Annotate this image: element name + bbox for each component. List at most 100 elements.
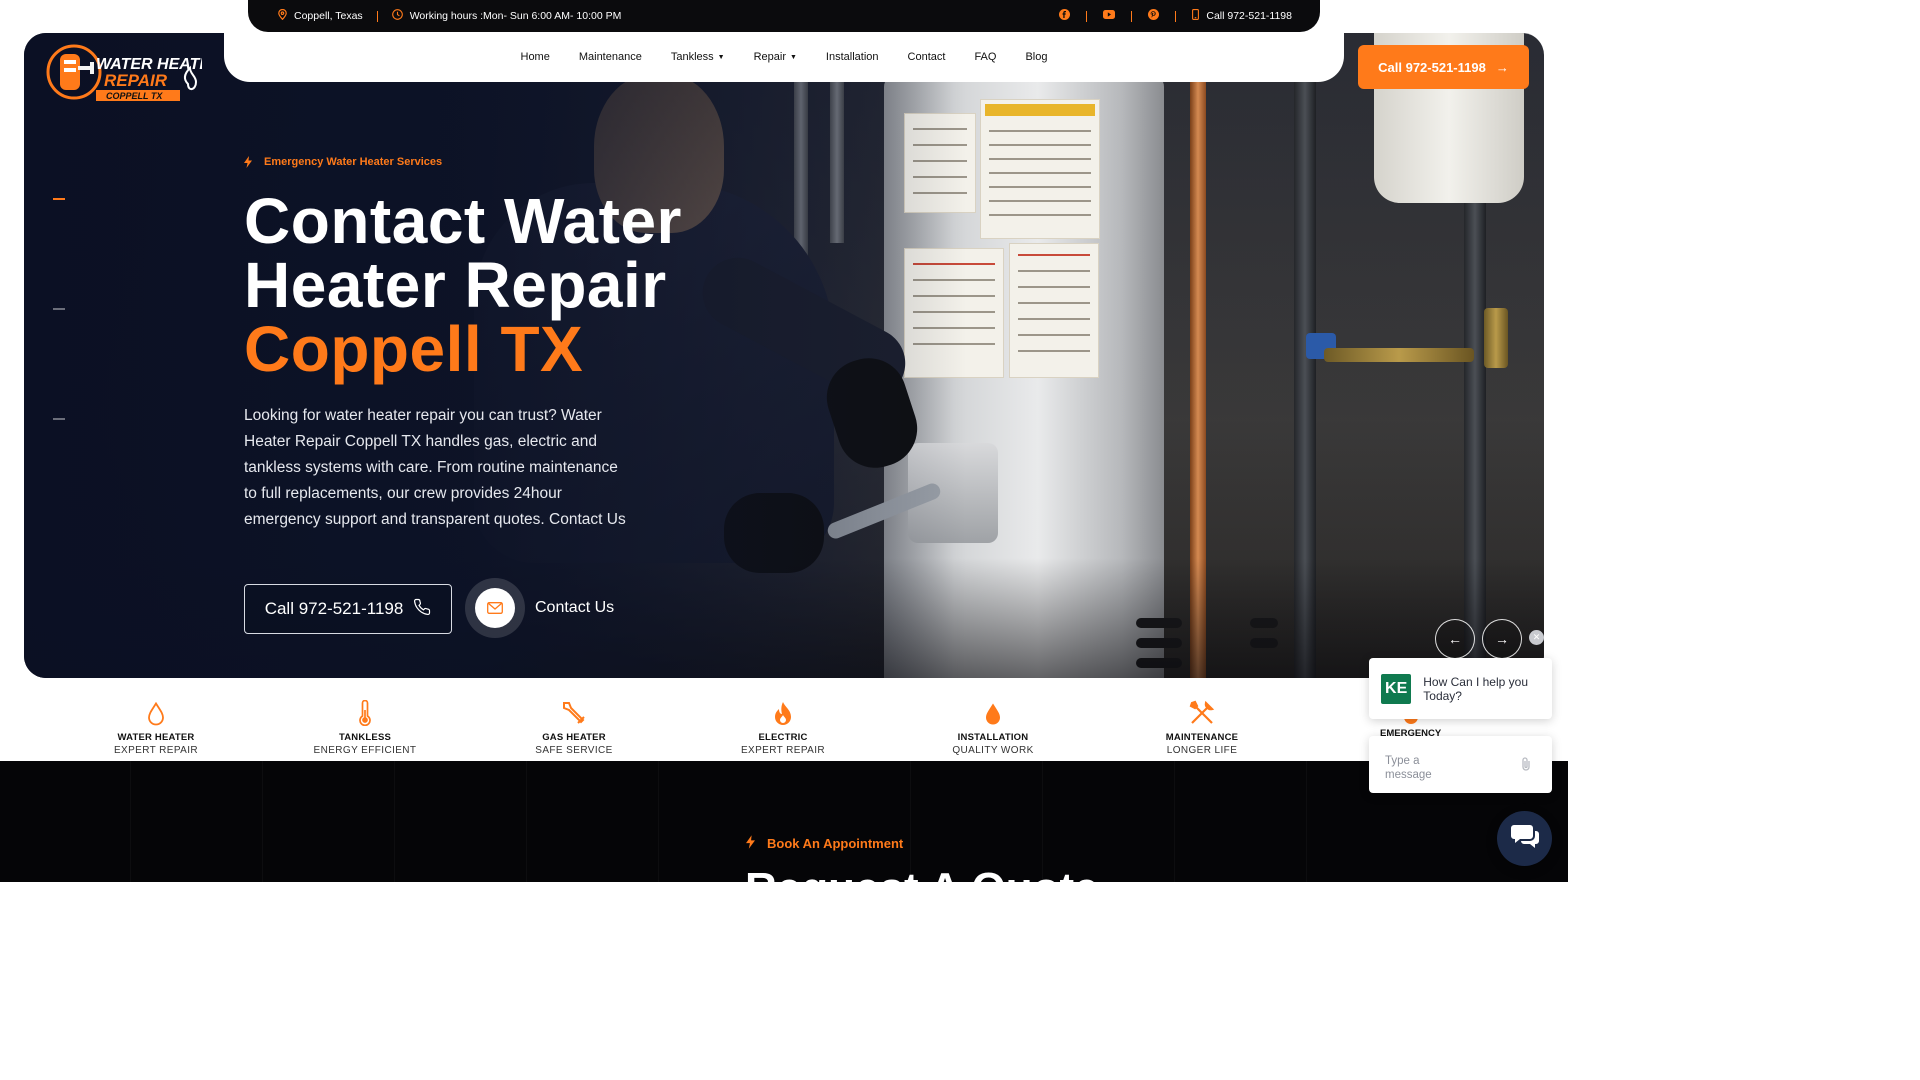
hours-text: Working hours :Mon- Sun 6:00 AM- 10:00 P… <box>409 10 622 22</box>
nav-item-home[interactable]: Home <box>521 51 550 63</box>
nav-label: Installation <box>825 51 879 63</box>
nav-item-faq[interactable]: FAQ <box>974 51 996 63</box>
site-logo[interactable]: WATER HEATER REPAIR COPPELL TX <box>46 40 222 102</box>
caret-down-icon: ▼ <box>789 53 797 61</box>
chat-avatar: KE <box>1381 673 1412 704</box>
hero-contact-label: Contact Us <box>535 599 615 616</box>
nav-label: Contact <box>907 51 946 63</box>
nav-item-blog[interactable]: Blog <box>1025 51 1047 63</box>
nav-item-contact[interactable]: Contact <box>908 51 946 63</box>
chat-greeting-card[interactable]: KE How Can I help you Today? <box>1369 658 1552 719</box>
grid-line <box>130 761 131 882</box>
service-title: MAINTENANCE <box>1165 732 1239 743</box>
booking-eyebrow: Book An Appointment <box>746 835 903 852</box>
chat-open-button[interactable] <box>1497 811 1552 866</box>
envelope-button[interactable] <box>465 578 525 638</box>
divider <box>1175 10 1177 22</box>
bolt-icon <box>244 156 252 168</box>
close-icon: ✕ <box>1532 632 1541 642</box>
divider <box>376 10 378 22</box>
service-item-water-heater[interactable]: WATER HEATER EXPERT REPAIR <box>81 700 231 756</box>
service-subtitle: LONGER LIFE <box>1166 745 1238 756</box>
flame-icon <box>708 700 858 726</box>
grid-line <box>394 761 395 882</box>
chat-close-button[interactable]: ✕ <box>1529 630 1544 645</box>
pinterest-icon[interactable] <box>1148 9 1160 23</box>
service-subtitle: ENERGY EFFICIENT <box>313 745 417 756</box>
hero-eyebrow: Emergency Water Heater Services <box>244 156 442 168</box>
phone-icon <box>413 598 431 621</box>
hero-title-line2: Heater Repair <box>244 249 667 321</box>
service-title: WATER HEATER <box>117 732 195 743</box>
grid-line <box>262 761 263 882</box>
slider-prev-button[interactable]: ← <box>1435 619 1475 659</box>
nav-item-maintenance[interactable]: Maintenance <box>579 51 642 63</box>
nav-item-installation[interactable]: Installation <box>826 51 879 63</box>
top-info-bar: Coppell, Texas Working hours :Mon- Sun 6… <box>248 0 1320 32</box>
chat-greeting-text: How Can I help you Today? <box>1423 674 1528 703</box>
service-item-tankless[interactable]: TANKLESS ENERGY EFFICIENT <box>290 700 440 756</box>
clock-icon <box>391 9 403 23</box>
nav-label: Tankless <box>670 51 714 63</box>
mobile-phone-icon <box>1192 9 1200 23</box>
divider <box>1131 10 1133 22</box>
service-subtitle: EXPERT REPAIR <box>740 745 826 756</box>
thermometer-icon <box>290 700 440 726</box>
chat-bubbles-icon <box>1510 823 1540 854</box>
service-item-installation[interactable]: INSTALLATION QUALITY WORK <box>918 700 1068 756</box>
water-drop-icon <box>81 700 231 726</box>
service-item-electric[interactable]: ELECTRIC EXPERT REPAIR <box>708 700 858 756</box>
service-subtitle: SAFE SERVICE <box>535 745 613 756</box>
hero-contact-link[interactable]: Contact Us <box>465 578 614 638</box>
header-call-label: Call 972-521-1198 <box>1378 59 1486 75</box>
hero-call-button[interactable]: Call 972-521-1198 <box>244 584 452 634</box>
paperclip-icon[interactable] <box>1520 756 1532 774</box>
service-title: ELECTRIC <box>758 732 808 743</box>
slide-indicator-2[interactable] <box>53 308 65 310</box>
chat-input-placeholder: Type a message <box>1385 755 1432 781</box>
booking-heading: Request A Quote <box>745 864 1099 913</box>
svg-text:REPAIR: REPAIR <box>104 71 168 90</box>
facebook-icon[interactable] <box>1059 9 1071 23</box>
nav-item-repair[interactable]: Repair ▼ <box>754 51 797 63</box>
nav-label: Maintenance <box>578 51 642 63</box>
bolt-icon <box>746 835 755 852</box>
topbar-phone-text: Call 972-521-1198 <box>1206 10 1292 22</box>
nav-label: Repair <box>753 51 786 63</box>
divider <box>1086 10 1088 22</box>
topbar-phone[interactable]: Call 972-521-1198 <box>1192 9 1292 23</box>
grid-line <box>1174 761 1175 882</box>
slide-indicator-1[interactable] <box>53 198 65 200</box>
hours-info: Working hours :Mon- Sun 6:00 AM- 10:00 P… <box>391 9 622 23</box>
hero-eyebrow-text: Emergency Water Heater Services <box>264 156 443 168</box>
arrow-left-icon: ← <box>1448 631 1462 647</box>
slider-next-button[interactable]: → <box>1482 619 1522 659</box>
hero-call-label: Call 972-521-1198 <box>264 599 404 618</box>
service-title: INSTALLATION <box>957 732 1029 743</box>
hero-title-accent: Coppell TX <box>244 313 584 385</box>
header-call-button[interactable]: Call 972-521-1198 → <box>1358 45 1529 89</box>
svg-text:COPPELL TX: COPPELL TX <box>106 91 163 101</box>
service-item-maintenance[interactable]: MAINTENANCE LONGER LIFE <box>1127 700 1277 756</box>
slide-indicator-3[interactable] <box>53 418 65 420</box>
nav-item-tankless[interactable]: Tankless ▼ <box>671 51 725 63</box>
youtube-icon[interactable] <box>1103 10 1116 22</box>
hero-title-line1: Contact Water <box>244 185 682 257</box>
nav-label: Blog <box>1025 51 1048 63</box>
caret-down-icon: ▼ <box>717 53 725 61</box>
wrench-icon <box>499 700 649 726</box>
service-item-gas-heater[interactable]: GAS HEATER SAFE SERVICE <box>499 700 649 756</box>
grid-line <box>526 761 527 882</box>
topbar-right: Call 972-521-1198 <box>1059 9 1292 23</box>
hero-title: Contact Water Heater Repair Coppell TX <box>244 189 764 381</box>
grid-line <box>658 761 659 882</box>
service-subtitle: QUALITY WORK <box>952 745 1034 756</box>
nav-label: FAQ <box>974 51 997 63</box>
chat-message-input[interactable]: Type a message <box>1369 736 1552 793</box>
hero-section: Emergency Water Heater Services Contact … <box>24 33 1544 678</box>
map-pin-icon <box>278 8 287 23</box>
arrow-right-icon: → <box>1495 59 1509 75</box>
arrow-right-icon: → <box>1495 631 1509 647</box>
tools-icon <box>1127 700 1277 726</box>
envelope-icon <box>487 602 503 614</box>
